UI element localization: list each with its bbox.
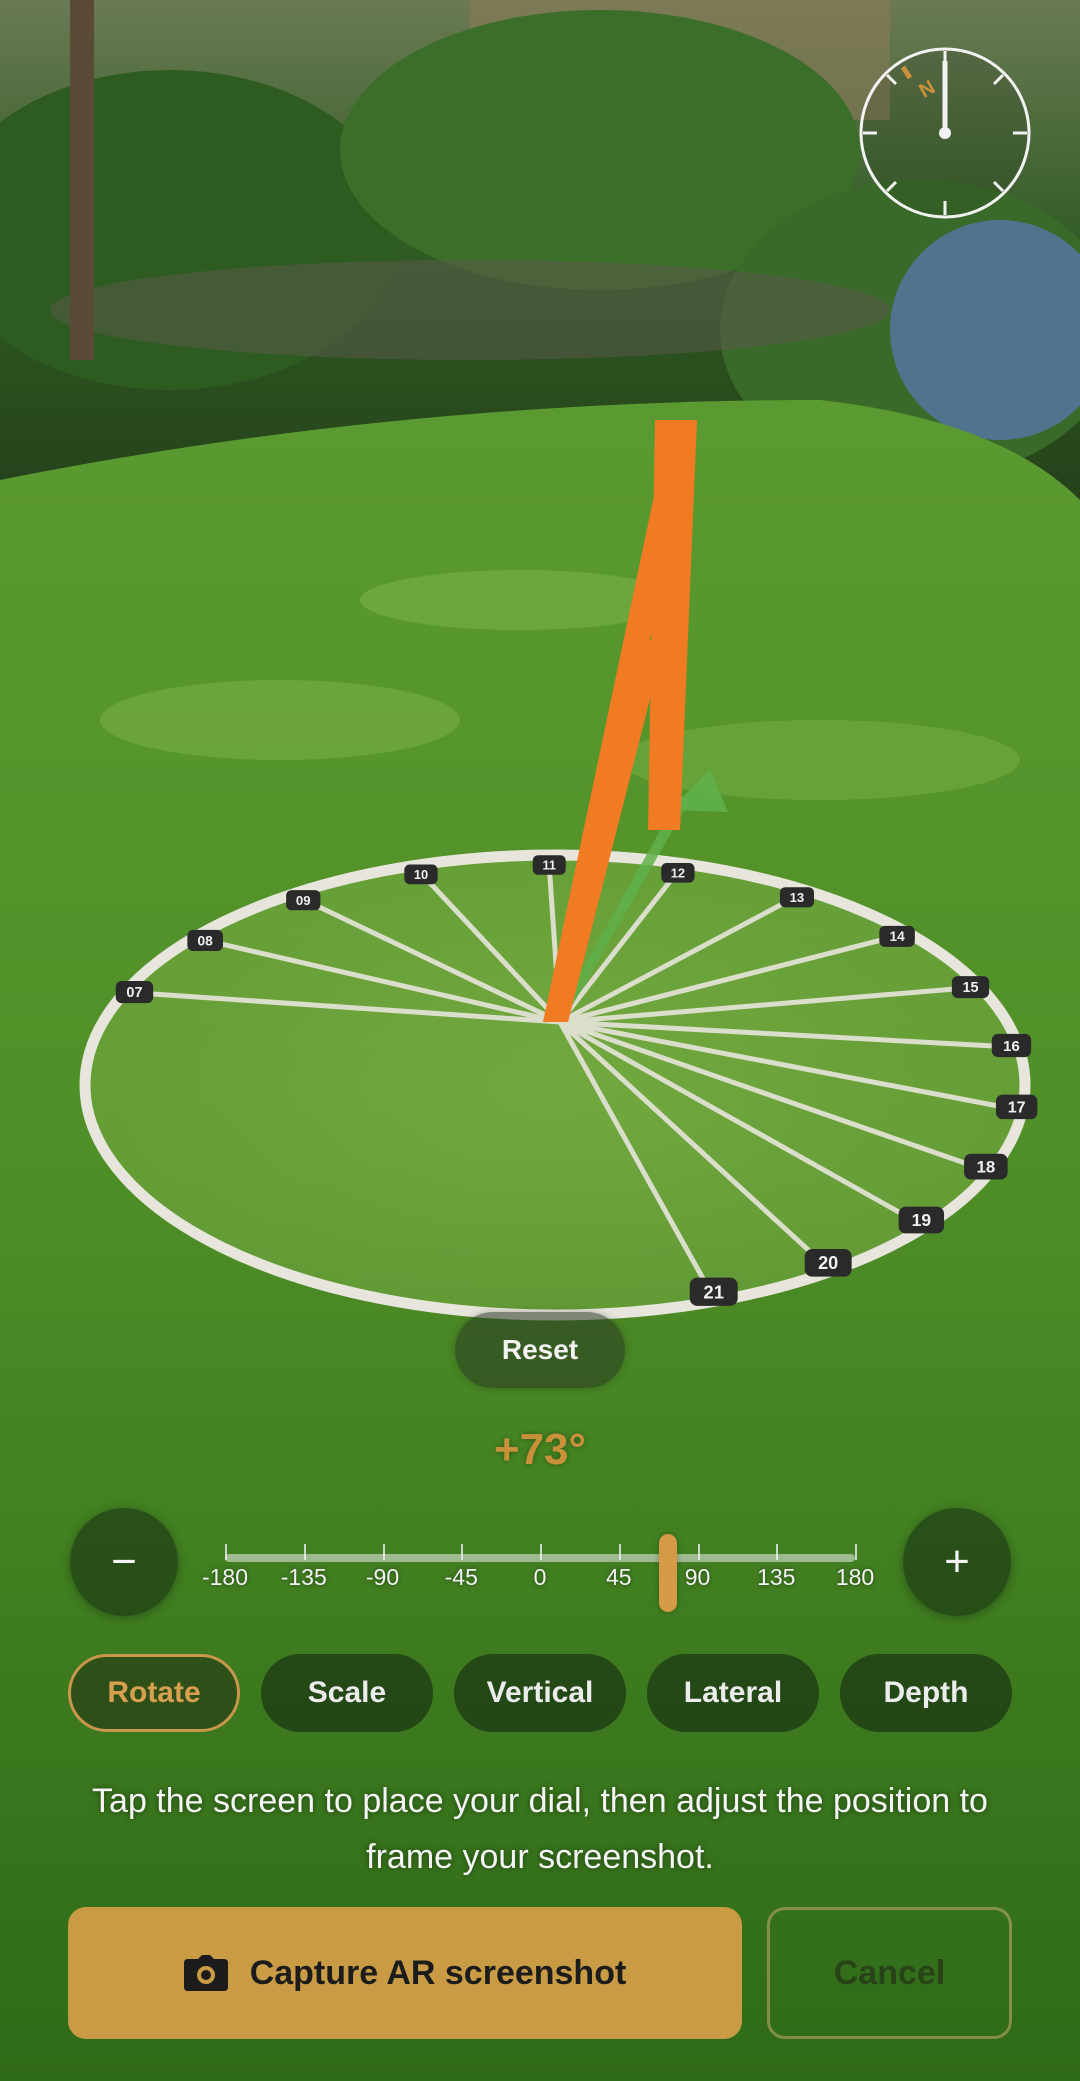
slider-tick-label: 45 bbox=[605, 1564, 632, 1590]
rotation-angle-readout: +73° bbox=[493, 1425, 587, 1474]
svg-text:17: 17 bbox=[1008, 1099, 1026, 1117]
slider-tick-label: -180 bbox=[201, 1564, 249, 1590]
slider-tick bbox=[540, 1544, 542, 1560]
tab-depth[interactable]: Depth bbox=[840, 1654, 1012, 1732]
hour-label: 21 bbox=[689, 1277, 738, 1306]
adjust-mode-tabs: Rotate Scale Vertical Lateral Depth bbox=[68, 1654, 1012, 1734]
slider-tick-label: 180 bbox=[835, 1564, 875, 1590]
slider-tick-label: -135 bbox=[280, 1564, 327, 1590]
hour-label: 19 bbox=[898, 1206, 945, 1234]
increase-button[interactable]: + bbox=[903, 1508, 1011, 1616]
svg-text:15: 15 bbox=[962, 980, 978, 996]
compass-icon: N bbox=[859, 47, 1031, 219]
hour-label: 07 bbox=[115, 980, 154, 1004]
decrease-button[interactable]: − bbox=[70, 1508, 178, 1616]
slider-handle[interactable] bbox=[658, 1534, 677, 1612]
cancel-button[interactable]: Cancel bbox=[767, 1907, 1012, 2039]
slider-tick bbox=[225, 1544, 227, 1560]
tab-scale[interactable]: Scale bbox=[261, 1654, 433, 1732]
slider-tick-label: 135 bbox=[757, 1564, 796, 1590]
svg-text:10: 10 bbox=[414, 867, 428, 882]
hour-label: 18 bbox=[964, 1153, 1008, 1180]
reset-button[interactable]: Reset bbox=[455, 1312, 625, 1388]
hour-label: 15 bbox=[951, 976, 990, 999]
svg-text:20: 20 bbox=[818, 1253, 838, 1273]
rotation-slider[interactable]: -180 -135 -90 -45 0 45 90 135 180 bbox=[202, 1534, 874, 1612]
hour-label: 11 bbox=[532, 855, 566, 875]
capture-button-label: Capture AR screenshot bbox=[249, 1953, 627, 1992]
svg-text:09: 09 bbox=[296, 893, 311, 908]
hour-label: 09 bbox=[286, 890, 321, 911]
camera-icon bbox=[183, 1955, 228, 1991]
slider-tick bbox=[382, 1544, 385, 1560]
instruction-text: Tap the screen to place your dial, then … bbox=[92, 1782, 988, 1876]
hour-label: 16 bbox=[991, 1033, 1032, 1058]
tab-lateral[interactable]: Lateral bbox=[647, 1654, 819, 1732]
hour-label: 14 bbox=[879, 925, 915, 947]
svg-text:08: 08 bbox=[198, 933, 214, 948]
slider-tick bbox=[303, 1544, 306, 1560]
slider-tick bbox=[776, 1544, 779, 1560]
tab-rotate[interactable]: Rotate bbox=[68, 1654, 240, 1732]
slider-tick-label: 0 bbox=[533, 1564, 547, 1590]
hour-label: 20 bbox=[804, 1248, 852, 1277]
slider-tick-label: -90 bbox=[365, 1564, 400, 1590]
svg-text:12: 12 bbox=[671, 865, 685, 880]
hour-label: 13 bbox=[779, 887, 815, 908]
slider-tick bbox=[697, 1544, 700, 1560]
hour-label: 17 bbox=[995, 1094, 1038, 1120]
hour-label: 12 bbox=[661, 863, 695, 883]
svg-text:19: 19 bbox=[912, 1210, 932, 1230]
slider-tick bbox=[461, 1544, 464, 1560]
slider-tick-label: -45 bbox=[444, 1564, 478, 1590]
svg-text:21: 21 bbox=[703, 1281, 724, 1302]
svg-text:16: 16 bbox=[1003, 1038, 1020, 1055]
ar-camera-scene[interactable]: 07 08 09 10 11 12 13 14 15 16 17 18 19 20 21 bbox=[0, 0, 1080, 2081]
slider-tick bbox=[855, 1544, 857, 1560]
hour-label: 08 bbox=[187, 929, 224, 951]
tab-vertical[interactable]: Vertical bbox=[454, 1654, 626, 1732]
sundial-dial: 07 08 09 10 11 12 13 14 15 16 17 18 19 20 21 bbox=[79, 849, 1038, 1321]
svg-text:11: 11 bbox=[542, 858, 555, 873]
svg-text:18: 18 bbox=[977, 1158, 996, 1177]
svg-text:07: 07 bbox=[126, 985, 142, 1001]
svg-text:14: 14 bbox=[889, 929, 905, 944]
slider-tick bbox=[618, 1544, 621, 1560]
svg-text:13: 13 bbox=[790, 890, 805, 905]
hour-label: 10 bbox=[404, 864, 438, 885]
capture-ar-screenshot-button[interactable]: Capture AR screenshot bbox=[68, 1907, 742, 2039]
